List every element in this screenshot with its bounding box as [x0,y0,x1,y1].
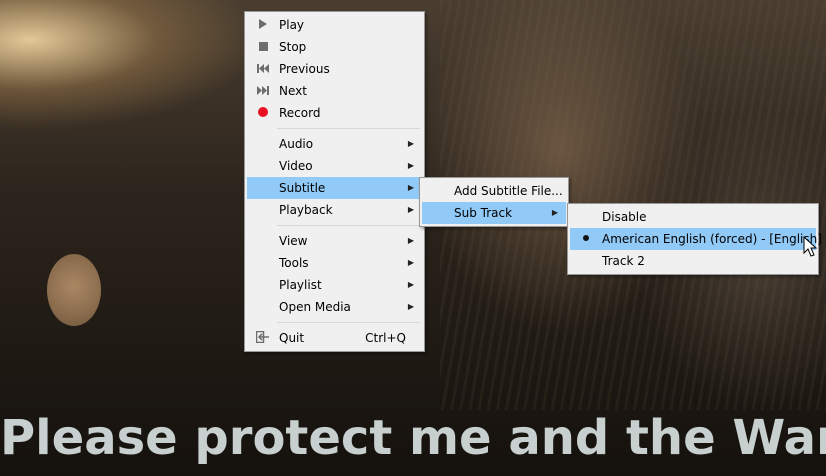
next-icon [255,80,271,102]
menu-item-label: Record [279,106,321,120]
submenu-arrow-icon: ▶ [407,183,414,192]
menu-separator [277,322,420,323]
sub-track-submenu: Disable American English (forced) - [Eng… [567,203,822,275]
menu-item-subtitle[interactable]: Subtitle ▶ [247,177,422,199]
shortcut-label: Ctrl+Q [365,331,406,345]
menu-item-play[interactable]: Play [247,14,422,36]
menu-item-label: Tools [279,256,309,270]
menu-separator [277,128,420,129]
menu-item-label: Open Media [279,300,351,314]
menu-item-label: Playback [279,203,333,217]
stop-icon [255,36,271,58]
play-icon [255,14,271,36]
menu-item-label: Add Subtitle File... [454,184,563,198]
mouse-cursor-icon [803,236,818,257]
menu-item-disable[interactable]: Disable [570,206,816,228]
menu-item-label: Next [279,84,307,98]
submenu-arrow-icon: ▶ [407,236,414,245]
menu-item-label: Playlist [279,278,322,292]
menu-separator [277,225,420,226]
menu-item-sub-track[interactable]: Sub Track ▶ [422,202,566,224]
menu-item-tools[interactable]: Tools ▶ [247,252,422,274]
menu-item-label: Audio [279,137,314,151]
menu-item-stop[interactable]: Stop [247,36,422,58]
menu-item-audio[interactable]: Audio ▶ [247,133,422,155]
menu-item-label: Stop [279,40,307,54]
submenu-arrow-icon: ▶ [407,161,414,170]
menu-item-label: Previous [279,62,330,76]
submenu-arrow-icon: ▶ [407,280,414,289]
menu-item-next[interactable]: Next [247,80,422,102]
submenu-arrow-icon: ▶ [407,258,414,267]
menu-item-label: Play [279,18,305,32]
menu-item-view[interactable]: View ▶ [247,230,422,252]
menu-item-add-subtitle-file[interactable]: Add Subtitle File... [422,180,566,202]
submenu-arrow-icon: ▶ [551,208,558,217]
subtitle-submenu: Add Subtitle File... Sub Track ▶ [419,177,569,227]
menu-item-label: Track 2 [602,254,645,268]
menu-item-american-english-forced[interactable]: American English (forced) - [English] [570,228,822,250]
menu-item-label: Video [279,159,313,173]
menu-item-playback[interactable]: Playback ▶ [247,199,422,221]
menu-item-track-2[interactable]: Track 2 [570,250,816,272]
submenu-arrow-icon: ▶ [407,139,414,148]
menu-item-open-media[interactable]: Open Media ▶ [247,296,422,318]
menu-item-video[interactable]: Video ▶ [247,155,422,177]
menu-item-label: Quit [279,331,305,345]
subtitle-caption: Please protect me and the Wand [0,410,826,466]
menu-item-label: Disable [602,210,647,224]
previous-icon [255,58,271,80]
context-menu: Play Stop Previous Next Record Audio ▶ V… [244,11,425,352]
submenu-arrow-icon: ▶ [407,302,414,311]
radio-selected-icon [578,228,594,250]
menu-item-playlist[interactable]: Playlist ▶ [247,274,422,296]
menu-item-label: View [279,234,308,248]
bokeh-light [47,254,101,326]
menu-item-record[interactable]: Record [247,102,422,124]
menu-item-quit[interactable]: Quit Ctrl+Q [247,327,422,349]
menu-item-label: Subtitle [279,181,326,195]
menu-item-label: American English (forced) - [English] [602,232,822,246]
submenu-arrow-icon: ▶ [407,205,414,214]
menu-item-previous[interactable]: Previous [247,58,422,80]
quit-icon [255,327,271,349]
menu-item-label: Sub Track [454,206,513,220]
record-icon [255,102,271,124]
